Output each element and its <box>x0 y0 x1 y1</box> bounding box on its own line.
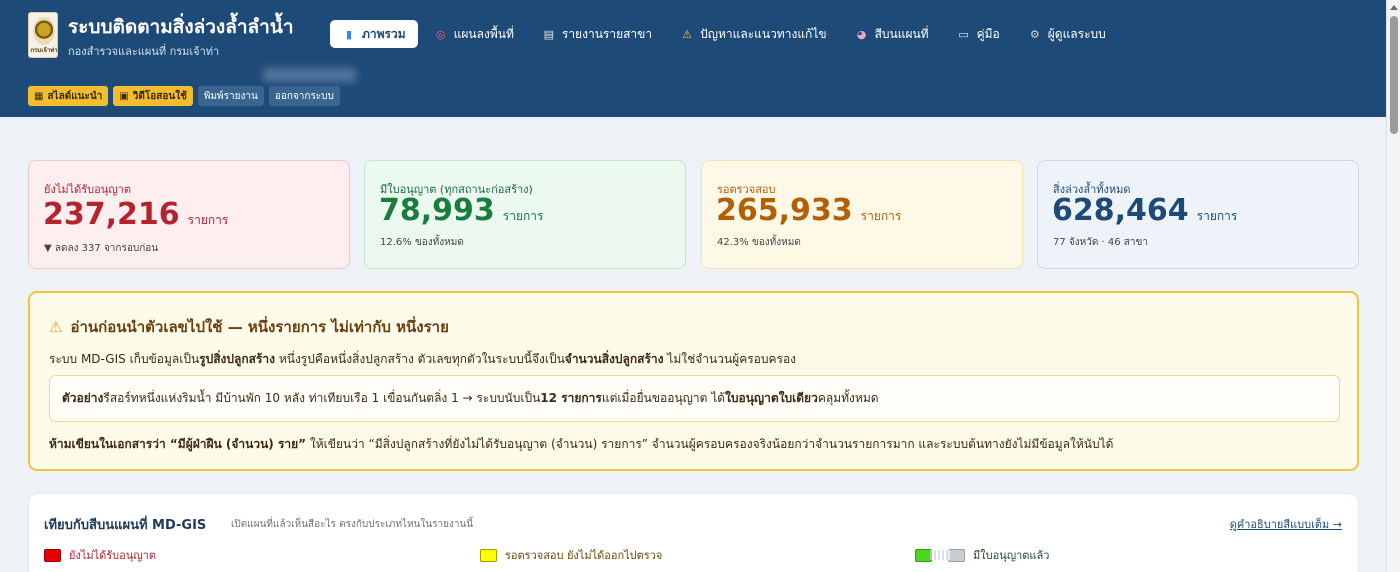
stat-note: 12.6% ของทั้งหมด <box>380 237 464 248</box>
swatch-separator <box>930 550 950 560</box>
stat-note: 42.3% ของทั้งหมด <box>717 237 801 248</box>
document-icon: ▤ <box>543 27 555 41</box>
nav-issues-label: ปัญหาและแนวทางแก้ไข <box>700 26 827 41</box>
warning-paragraph-1: ระบบ MD-GIS เก็บข้อมูลเป็นรูปสิ่งปลูกสร้… <box>49 350 796 369</box>
stat-unit: รายการ <box>1196 209 1238 223</box>
marine-department-logo: กรมเจ้าท่า <box>28 12 58 58</box>
stat-card-total: สิ่งล่วงล้ำทั้งหมด 628,464 รายการ 77 จังห… <box>1037 160 1359 269</box>
logout-button[interactable]: ออกจากระบบ <box>268 86 340 106</box>
text-fragment: หนึ่งรูปคือหนึ่งสิ่งปลูกสร้าง ตัวเลขทุกต… <box>275 352 565 366</box>
text-fragment: ให้เขียนว่า “มีสิ่งปลูกสร้างที่ยังไม่ได้… <box>306 437 1114 451</box>
nav-field-plan-label: แผนลงพื้นที่ <box>453 26 514 41</box>
gray-swatch <box>948 548 965 562</box>
video-label: วิดีโอสอนใช้ <box>132 90 187 102</box>
stat-unit: รายการ <box>187 213 229 227</box>
palette-icon: ◕ <box>856 27 867 41</box>
green-gray-swatch <box>915 548 965 562</box>
red-swatch <box>44 548 61 562</box>
app-subtitle: กองสำรวจและแผนที่ กรมเจ้าท่า <box>68 45 220 58</box>
stat-number: 237,216 <box>43 197 180 232</box>
nav-manual-label: คู่มือ <box>976 26 1000 41</box>
nav-issues[interactable]: ⚠ ปัญหาและแนวทางแก้ไข <box>668 20 838 48</box>
nav-admin[interactable]: ⚙ ผู้ดูแลระบบ <box>1016 20 1118 48</box>
stat-unit: รายการ <box>860 209 902 223</box>
text-bold-fragment: ใบอนุญาตใบเดียว <box>725 391 818 405</box>
stat-number: 628,464 <box>1052 193 1189 228</box>
legend-title: เทียบกับสีบนแผนที่ MD-GIS <box>44 518 207 533</box>
stat-card-pending: รอตรวจสอบ 265,933 รายการ 42.3% ของทั้งหมด <box>701 160 1023 269</box>
warning-title-text: อ่านก่อนนำตัวเลขไปใช้ — หนึ่งรายการ ไม่เ… <box>70 318 449 336</box>
text-fragment: คลุมทั้งหมด <box>817 391 879 405</box>
example-box: ตัวอย่าง รีสอร์ทหนึ่งแห่งริมน้ำ มีบ้านพั… <box>49 375 1340 422</box>
nav-admin-label: ผู้ดูแลระบบ <box>1047 26 1106 41</box>
example-label: ตัวอย่าง <box>62 391 104 405</box>
print-report-button[interactable]: พิมพ์รายงาน <box>197 86 264 106</box>
nav-overview-label: ภาพรวม <box>362 26 406 41</box>
target-icon: ◎ <box>435 27 446 41</box>
legend-subtitle: เปิดแผนที่แล้วเห็นสีอะไร ตรงกับประเภทไหน… <box>231 519 474 530</box>
legend-item-label: มีใบอนุญาตแล้ว <box>973 549 1050 562</box>
stat-number: 265,933 <box>716 193 853 228</box>
stat-value: 237,216 รายการ <box>43 197 228 232</box>
gear-icon: ⚙ <box>1029 27 1040 41</box>
vertical-scrollbar[interactable] <box>1386 0 1400 572</box>
stat-unit: รายการ <box>502 209 544 223</box>
nav-branch-report-label: รายงานรายสาขา <box>561 26 653 41</box>
legend-item-unlicensed: ยังไม่ได้รับอนุญาต <box>44 546 156 564</box>
warning-icon: ⚠ <box>49 318 63 336</box>
legend-item-licensed: มีใบอนุญาตแล้ว <box>915 546 1049 564</box>
nav-map-colors[interactable]: ◕ สีบนแผนที่ <box>843 20 941 48</box>
text-bold-fragment: 12 รายการ <box>540 391 602 405</box>
full-color-guide-link[interactable]: ดูคำอธิบายสีแบบเต็ม → <box>1230 515 1342 533</box>
header-toolbar: ▦ สไลด์แนะนำ ▣ วิดีโอสอนใช้ พิมพ์รายงาน … <box>28 86 340 106</box>
text-fragment: แต่เมื่อยื่นขออนุญาต ได้ <box>601 391 726 405</box>
video-button[interactable]: ▣ วิดีโอสอนใช้ <box>113 86 193 106</box>
nav-branch-report[interactable]: ▤ รายงานรายสาขา <box>530 20 664 48</box>
top-header: กรมเจ้าท่า ระบบติดตามสิ่งล่วงล้ำลำน้ำ กอ… <box>0 0 1386 117</box>
yellow-swatch <box>480 548 497 562</box>
stat-note: 77 จังหวัด · 46 สาขา <box>1053 237 1148 248</box>
bar-chart-icon: ▮ <box>345 27 353 41</box>
book-icon: ▭ <box>958 27 969 41</box>
text-fragment: รีสอร์ทหนึ่งแห่งริมน้ำ มีบ้านพัก 10 หลัง… <box>103 391 541 405</box>
text-bold-fragment: รูปสิ่งปลูกสร้าง <box>199 352 276 366</box>
nav-overview[interactable]: ▮ ภาพรวม <box>330 20 418 48</box>
app-title: ระบบติดตามสิ่งล่วงล้ำลำน้ำ <box>68 16 294 38</box>
stat-card-licensed: มีใบอนุญาต (ทุกสถานะก่อสร้าง) 78,993 รายก… <box>364 160 686 269</box>
slides-icon: ▦ <box>34 90 44 102</box>
text-fragment: ไม่ใช่จำนวนผู้ครอบครอง <box>663 352 797 366</box>
legend-item-pending: รอตรวจสอบ ยังไม่ได้ออกไปตรวจ <box>480 546 662 564</box>
stat-value: 78,993 รายการ <box>379 193 543 228</box>
warning-title: ⚠ อ่านก่อนนำตัวเลขไปใช้ — หนึ่งรายการ ไม… <box>49 315 449 339</box>
slides-label: สไลด์แนะนำ <box>47 90 103 102</box>
text-bold-fragment: จำนวนสิ่งปลูกสร้าง <box>564 352 664 366</box>
warning-icon: ⚠ <box>682 27 693 41</box>
stat-card-unlicensed: ยังไม่ได้รับอนุญาต 237,216 รายการ ▼ ลดลง … <box>28 160 350 269</box>
video-icon: ▣ <box>119 90 129 102</box>
stat-note: ▼ ลดลง 337 จากรอบก่อน <box>44 243 159 254</box>
read-before-use-warning: ⚠ อ่านก่อนนำตัวเลขไปใช้ — หนึ่งรายการ ไม… <box>28 291 1359 471</box>
scrollbar-thumb[interactable] <box>1390 16 1398 134</box>
scroll-up-arrow[interactable] <box>1390 5 1398 10</box>
stat-label: ยังไม่ได้รับอนุญาต <box>44 183 131 196</box>
legend-item-label: ยังไม่ได้รับอนุญาต <box>69 549 156 562</box>
seal-emblem <box>33 17 55 45</box>
nav-field-plan[interactable]: ◎ แผนลงพื้นที่ <box>422 20 526 48</box>
stat-value: 628,464 รายการ <box>1052 193 1237 228</box>
slides-button[interactable]: ▦ สไลด์แนะนำ <box>28 86 109 106</box>
main-nav: ▮ ภาพรวม ◎ แผนลงพื้นที่ ▤ รายงานรายสาขา … <box>330 20 1118 48</box>
warning-paragraph-2: ห้ามเขียนในเอกสารว่า “มีผู้ฝ่าฝืน (จำนวน… <box>49 435 1113 454</box>
logo-caption: กรมเจ้าท่า <box>30 47 58 54</box>
legend-item-label: รอตรวจสอบ ยังไม่ได้ออกไปตรวจ <box>505 549 663 562</box>
text-bold-fragment: ห้ามเขียนในเอกสารว่า “มีผู้ฝ่าฝืน (จำนวน… <box>49 437 307 451</box>
blurred-user-name <box>262 68 357 82</box>
nav-map-colors-label: สีบนแผนที่ <box>874 26 929 41</box>
map-color-legend-panel: เทียบกับสีบนแผนที่ MD-GIS เปิดแผนที่แล้ว… <box>28 493 1359 572</box>
stat-number: 78,993 <box>379 193 495 228</box>
text-fragment: ระบบ MD-GIS เก็บข้อมูลเป็น <box>49 352 200 366</box>
nav-manual[interactable]: ▭ คู่มือ <box>945 20 1012 48</box>
stat-value: 265,933 รายการ <box>716 193 901 228</box>
